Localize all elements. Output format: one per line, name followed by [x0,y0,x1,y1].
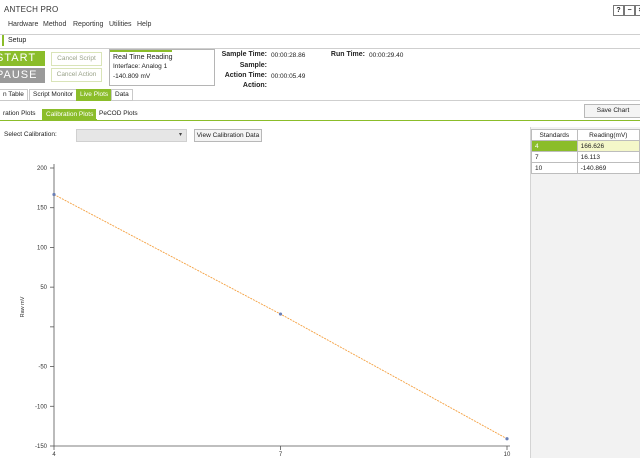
start-button[interactable]: START [0,51,45,66]
title-bar [0,0,640,18]
x-tick-label: 7 [279,452,283,458]
action-label: Action: [242,82,267,89]
action-time-value: 00:00:05.49 [271,73,306,80]
data-point [505,437,509,441]
y-tick-label: -100 [35,404,48,410]
reading-accent-bar [110,50,172,52]
minimize-icon[interactable]: − [624,5,635,16]
tab-titration-plots[interactable]: ration Plots [0,109,39,119]
cancel-action-button[interactable]: Cancel Action [51,68,102,82]
sample-time-label: Sample Time: [221,51,267,58]
y-axis-label: Raw mV [20,296,26,317]
y-tick-label: -50 [38,365,47,371]
tab-script-monitor[interactable]: Script Monitor [29,89,78,101]
y-tick-label: 50 [40,285,47,291]
reading-interface: Interface: Analog 1 [113,63,168,70]
standard-cell[interactable]: 10 [531,162,578,174]
reading-cell[interactable]: 16.113 [576,151,640,163]
chevron-down-icon: ▾ [178,132,182,138]
view-calibration-data-button[interactable]: View Calibration Data [194,129,262,142]
y-tick-label: -150 [35,444,48,450]
table-header-row: Standards Reading(mV) [531,129,640,141]
tab-live-plots[interactable]: Live Plots [76,89,113,101]
calibration-chart: 200 150 100 50 -50 -100 -150 4 7 10 Raw mV [20,164,511,458]
y-tick-label: 150 [37,206,48,212]
menu-reporting[interactable]: Reporting [73,21,103,28]
x-tick-label: 4 [52,452,56,458]
tab-pecod-plots[interactable]: PeCOD Plots [96,109,141,119]
menu-utilities[interactable]: Utilities [109,21,132,28]
reading-cell[interactable]: 166.626 [576,140,640,152]
menu-help[interactable]: Help [137,21,151,28]
tab-data[interactable]: Data [111,89,133,101]
reading-title: Real Time Reading [113,54,173,61]
standard-cell[interactable]: 7 [531,151,578,163]
cancel-script-button[interactable]: Cancel Script [51,52,102,66]
reading-cell[interactable]: -140.869 [576,162,640,174]
data-point [52,192,56,197]
y-tick-label: 100 [37,245,48,251]
standard-cell[interactable]: 4 [531,140,578,152]
app-title: ANTECH PRO [4,5,59,14]
pause-button[interactable]: PAUSE [0,68,45,83]
tab-calibration-plots[interactable]: Calibration Plots [42,109,98,121]
standards-table: Standards Reading(mV) 4 166.626 7 16.113… [531,129,640,174]
reading-value: -140.809 mV [113,73,151,80]
tab-setup[interactable]: Setup [2,35,30,46]
close-icon[interactable]: × [635,5,640,16]
series-line [53,194,508,440]
y-tick-label: 200 [37,166,48,172]
save-chart-button[interactable]: Save Chart [584,104,640,118]
table-row[interactable]: 4 166.626 [531,140,640,152]
tab-run-table[interactable]: n Table [0,89,28,101]
table-row[interactable]: 10 -140.869 [531,162,640,174]
run-time-value: 00:00:29.40 [369,52,404,59]
data-point [278,312,283,316]
action-time-label: Action Time: [224,72,267,79]
standards-header: Standards [531,129,578,141]
sample-label: Sample: [239,62,267,69]
sample-time-value: 00:00:28.86 [271,52,306,59]
standards-panel [530,127,640,458]
menu-method[interactable]: Method [43,21,66,28]
menu-hardware[interactable]: Hardware [8,21,38,28]
table-row[interactable]: 7 16.113 [531,151,640,163]
calibration-select[interactable]: ▾ [76,129,187,142]
help-icon[interactable]: ? [613,5,624,16]
setup-bar [0,34,640,49]
x-tick-label: 10 [504,452,511,458]
select-calibration-label: Select Calibration: [4,131,57,138]
run-time-label: Run Time: [330,51,365,58]
reading-header: Reading(mV) [576,129,640,141]
